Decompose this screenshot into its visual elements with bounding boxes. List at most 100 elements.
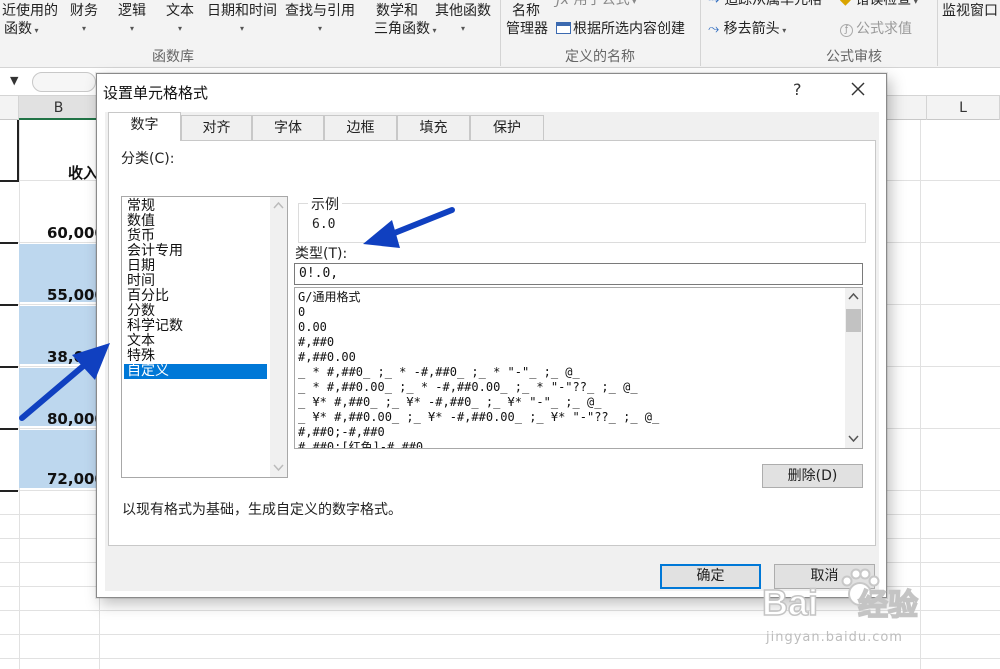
finance-label: 财务: [70, 3, 98, 19]
chevron-down-icon: ▾: [779, 26, 787, 35]
grid-line: [0, 634, 1000, 635]
recent-functions-sub: 函数: [4, 21, 32, 37]
format-cells-dialog: 设置单元格格式 ? 数字 对齐 字体 边框 填充 保护 分类(C): 常规 数值…: [96, 73, 887, 598]
ribbon-separator: [500, 0, 501, 66]
category-item[interactable]: 数值: [124, 214, 267, 229]
recent-functions-button[interactable]: 近使用的 函数 ▾: [2, 2, 64, 42]
tab-fill[interactable]: 填充: [397, 115, 470, 140]
column-header-a[interactable]: [0, 96, 19, 120]
scroll-up-button[interactable]: [270, 197, 287, 214]
math-sub-label: 三角函数: [374, 21, 430, 37]
chevron-up-icon: [273, 201, 284, 209]
column-header-k[interactable]: [887, 96, 927, 120]
scroll-up-button[interactable]: [845, 288, 862, 305]
use-in-formula-button[interactable]: ƒx 用于公式 ▾: [556, 0, 636, 11]
format-item[interactable]: #,##0;[红色]-#,##0: [298, 440, 423, 448]
cell-border: [0, 242, 18, 244]
format-item[interactable]: _ ¥* #,##0.00_ ;_ ¥* -#,##0.00_ ;_ ¥* "-…: [298, 410, 659, 425]
category-item[interactable]: 特殊: [124, 349, 267, 364]
text-label: 文本: [166, 3, 194, 19]
formula-bar-handle[interactable]: [32, 72, 96, 92]
category-item[interactable]: 科学记数: [124, 319, 267, 334]
help-button[interactable]: ?: [793, 80, 802, 99]
format-scrollbar[interactable]: [845, 288, 862, 448]
warning-icon: ◆: [840, 0, 856, 8]
tab-font[interactable]: 字体: [252, 115, 324, 140]
description-text: 以现有格式为基础，生成自定义的数字格式。: [122, 502, 402, 518]
grid-line: [0, 610, 1000, 611]
format-item[interactable]: #,##0.00: [298, 350, 356, 365]
category-item[interactable]: 百分比: [124, 289, 267, 304]
watch-window-label: 监视窗口: [942, 3, 998, 19]
ribbon: 近使用的 函数 ▾ 财务 ▾ 逻辑 ▾ 文本 ▾ 日期和时间 ▾ 查找与引用 ▾…: [0, 0, 1000, 68]
type-label: 类型(T):: [295, 246, 348, 262]
format-item[interactable]: _ * #,##0_ ;_ * -#,##0_ ;_ * "-"_ ;_ @_: [298, 365, 580, 380]
cell-border: [0, 304, 18, 306]
format-item[interactable]: 0: [298, 305, 305, 320]
remove-arrows-button[interactable]: ⤳ 移去箭头 ▾: [708, 20, 786, 40]
type-input[interactable]: 0!.0,: [294, 263, 863, 285]
category-item[interactable]: 日期: [124, 259, 267, 274]
create-from-selection-button[interactable]: 根据所选内容创建: [556, 20, 685, 38]
format-item[interactable]: _ ¥* #,##0_ ;_ ¥* -#,##0_ ;_ ¥* "-"_ ;_ …: [298, 395, 601, 410]
remove-arrows-icon: ⤳: [708, 21, 724, 37]
scroll-thumb[interactable]: [846, 309, 861, 332]
category-item[interactable]: 分数: [124, 304, 267, 319]
trace-arrow-icon: ⇢: [708, 0, 725, 8]
watch-window-button[interactable]: 监视窗口: [942, 2, 998, 20]
math-button[interactable]: 数学和 三角函数 ▾: [374, 2, 437, 40]
function-icon: ƒx: [556, 0, 574, 8]
chevron-down-icon: ▾: [32, 26, 39, 35]
tab-border[interactable]: 边框: [324, 115, 397, 140]
column-header-b[interactable]: B: [19, 96, 99, 120]
category-item[interactable]: 会计专用: [124, 244, 267, 259]
tab-alignment[interactable]: 对齐: [181, 115, 252, 140]
category-item[interactable]: 文本: [124, 334, 267, 349]
trace-dependents-button[interactable]: ⇢ 追踪从属单元格: [708, 0, 822, 9]
chevron-down-icon: [273, 464, 284, 472]
format-list[interactable]: G/通用格式 0 0.00 #,##0 #,##0.00 _ * #,##0_ …: [294, 287, 863, 449]
delete-button[interactable]: 删除(D): [762, 464, 863, 488]
column-header-l[interactable]: L: [927, 96, 1000, 120]
name-manager-button[interactable]: 名称 管理器: [506, 2, 548, 38]
chevron-down-icon: [848, 435, 859, 443]
format-item[interactable]: #,##0;-#,##0: [298, 425, 385, 440]
ok-button[interactable]: 确定: [660, 564, 761, 589]
format-item[interactable]: 0.00: [298, 320, 327, 335]
chevron-down-icon: ▾: [81, 24, 86, 33]
remove-arrows-label: 移去箭头: [723, 21, 780, 37]
other-functions-button[interactable]: 其他函数 ▾: [435, 2, 491, 38]
tab-protection[interactable]: 保护: [470, 115, 544, 140]
format-item[interactable]: _ * #,##0.00_ ;_ * -#,##0.00_ ;_ * "-"??…: [298, 380, 638, 395]
name-box-dropdown[interactable]: ▼: [0, 71, 26, 93]
error-checking-button[interactable]: ◆ 错误检查 ▾: [840, 0, 918, 11]
tab-number[interactable]: 数字: [108, 112, 181, 141]
name-manager-sub: 管理器: [506, 21, 548, 37]
cell-border: [0, 490, 18, 492]
scroll-down-button[interactable]: [845, 430, 862, 447]
dialog-title: 设置单元格格式: [103, 84, 209, 102]
category-item-selected[interactable]: 自定义: [124, 364, 267, 379]
category-item[interactable]: 常规: [124, 199, 267, 214]
format-item[interactable]: G/通用格式: [298, 290, 360, 305]
evaluate-formula-button[interactable]: ƒ 公式求值: [840, 20, 912, 38]
name-manager-label: 名称: [512, 3, 540, 19]
ribbon-separator: [700, 0, 701, 66]
lookup-button[interactable]: 查找与引用 ▾: [285, 2, 355, 38]
dialog-body: 数字 对齐 字体 边框 填充 保护 分类(C): 常规 数值 货币 会计专用 日…: [105, 112, 879, 591]
logic-button[interactable]: 逻辑 ▾: [118, 2, 146, 38]
cancel-button[interactable]: 取消: [774, 564, 875, 589]
scroll-down-button[interactable]: [270, 459, 287, 476]
chevron-down-icon: ▾: [239, 24, 244, 33]
category-scrollbar[interactable]: [270, 197, 287, 477]
datetime-button[interactable]: 日期和时间 ▾: [207, 2, 277, 38]
finance-button[interactable]: 财务 ▾: [70, 2, 98, 38]
category-list[interactable]: 常规 数值 货币 会计专用 日期 时间 百分比 分数 科学记数 文本 特殊 自定…: [121, 196, 288, 478]
number-tab-panel: 分类(C): 常规 数值 货币 会计专用 日期 时间 百分比 分数 科学记数 文…: [108, 140, 876, 546]
format-item[interactable]: #,##0: [298, 335, 334, 350]
logic-label: 逻辑: [118, 3, 146, 19]
text-button[interactable]: 文本 ▾: [166, 2, 194, 38]
close-button[interactable]: [847, 78, 869, 100]
category-item[interactable]: 时间: [124, 274, 267, 289]
category-item[interactable]: 货币: [124, 229, 267, 244]
